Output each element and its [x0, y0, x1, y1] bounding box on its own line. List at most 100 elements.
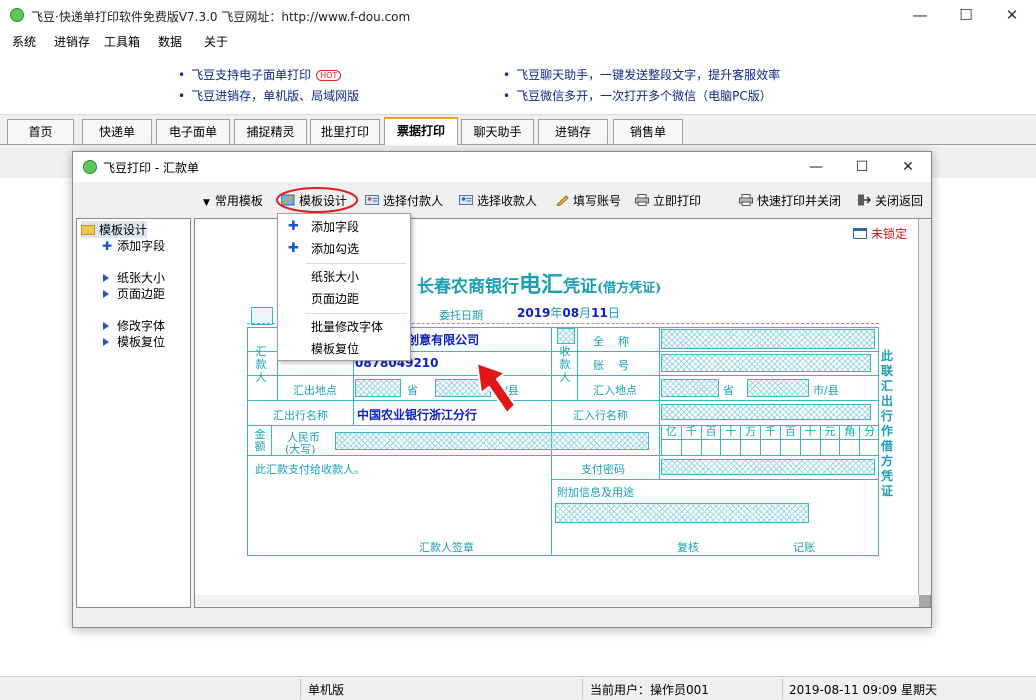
lock-status[interactable]: 未锁定 [853, 225, 907, 242]
tree-item-reset[interactable]: 模板复位 [103, 333, 165, 350]
tree-item-font[interactable]: 修改字体 [103, 317, 165, 334]
tab-eorder[interactable]: 电子面单 [156, 119, 230, 144]
minimize-button[interactable]: — [897, 0, 943, 31]
voucher-title: 长春农商银行电汇凭证(借方凭证) [417, 272, 662, 298]
triangle-right-icon [103, 322, 109, 330]
digit-header: 分 [859, 425, 879, 440]
tab-receipt[interactable]: 票据打印 [384, 117, 458, 145]
tree-item-margins[interactable]: 页面边距 [103, 285, 165, 302]
digit-cell[interactable] [700, 440, 721, 455]
design-tree-panel: 模板设计 ✚ 添加字段 纸张大小 页面边距 修改字体 模板复位 [76, 218, 191, 608]
grid-line [353, 400, 354, 425]
digit-header: 万 [740, 425, 761, 440]
payee-name-field[interactable] [661, 329, 875, 349]
account-label: 账 号 [593, 359, 629, 372]
tree-item-add-field[interactable]: ✚ 添加字段 [102, 237, 165, 254]
origin-province-field[interactable] [355, 379, 401, 397]
folder-icon [81, 225, 95, 235]
dialog-close-button[interactable]: ✕ [885, 152, 931, 182]
digit-cell[interactable] [740, 440, 760, 455]
digit-cell[interactable] [779, 440, 800, 455]
vertical-scrollbar[interactable] [919, 219, 931, 595]
menu-batch-font[interactable]: 批量修改字体 [278, 316, 410, 338]
digit-cell[interactable] [720, 440, 740, 455]
digit-cell[interactable] [859, 440, 879, 455]
origin-label: 汇出地点 [293, 384, 337, 397]
digit-cell[interactable] [680, 440, 701, 455]
grid-line [659, 455, 660, 479]
tab-chat[interactable]: 聊天助手 [461, 119, 534, 144]
extra-info-field[interactable] [555, 503, 809, 523]
dest-city-field[interactable] [747, 379, 809, 397]
dest-province-field[interactable] [661, 379, 719, 397]
menu-toolbox[interactable]: 工具箱 [104, 33, 140, 50]
digit-header: 百 [700, 425, 721, 440]
pay-password-field[interactable] [661, 459, 875, 475]
in-bank-field[interactable] [661, 404, 871, 420]
templates-dropdown[interactable]: ▼ 常用模板 [203, 192, 263, 209]
menu-data[interactable]: 数据 [158, 33, 182, 50]
payee-account-field[interactable] [661, 354, 871, 372]
tree-root[interactable]: 模板设计 [81, 221, 148, 238]
notice-link[interactable]: • 飞豆聊天助手，一键发送整段文字，提升客服效率 [503, 66, 780, 83]
status-mode: 单机版 [308, 683, 345, 697]
out-bank[interactable]: 中国农业银行浙江分行 [357, 406, 477, 423]
menu-add-field[interactable]: 添加字段 [278, 216, 410, 238]
digit-header: 百 [779, 425, 800, 440]
grid-line [271, 425, 272, 455]
digit-cell[interactable] [839, 440, 859, 455]
tab-home[interactable]: 首页 [7, 119, 74, 144]
notice-link[interactable]: • 飞豆进销存，单机版、局域网版 [178, 87, 359, 104]
dialog-maximize-button[interactable]: ☐ [839, 152, 885, 182]
quick-print-close-button[interactable]: 快速打印并关闭 [739, 192, 841, 209]
status-separator [782, 679, 783, 699]
menu-separator [306, 313, 406, 314]
menu-bar: 系统 进销存 工具箱 数据 关于 [0, 31, 1036, 51]
voucher-date[interactable]: 2019年08月11日 [517, 304, 620, 321]
menu-inventory[interactable]: 进销存 [54, 33, 90, 50]
plus-icon: ✚ [102, 239, 113, 253]
tab-capture[interactable]: 捕捉精灵 [234, 119, 307, 144]
notice-link[interactable]: • 飞豆支持电子面单打印 HOT [178, 66, 342, 83]
dialog-minimize-button[interactable]: — [793, 152, 839, 182]
notice-link[interactable]: • 飞豆微信多开，一次打开多个微信（电脑PC版） [503, 87, 772, 104]
grid-line [551, 479, 879, 480]
menu-add-check[interactable]: 添加勾选 [278, 238, 410, 260]
title-bar: 飞豆·快递单打印软件免费版V7.3.0 飞豆网址：http://www.f-do… [0, 0, 1036, 31]
contact-card-icon [459, 194, 473, 206]
tab-inventory[interactable]: 进销存 [538, 119, 608, 144]
digit-cell[interactable] [819, 440, 840, 455]
amount-words-field[interactable] [335, 432, 649, 450]
status-datetime: 2019-08-11 09:09 星期天 [789, 683, 937, 697]
extra-info-label: 附加信息及用途 [557, 486, 634, 499]
horizontal-scrollbar[interactable] [195, 595, 919, 607]
grid-line [247, 455, 879, 456]
hot-badge: HOT [316, 70, 342, 81]
menu-system[interactable]: 系统 [12, 33, 36, 50]
select-payee-button[interactable]: 选择收款人 [459, 192, 537, 209]
digit-cell[interactable] [799, 440, 820, 455]
notice-text: 此汇款支付给收款人。 [255, 463, 365, 476]
close-button[interactable]: ✕ [989, 0, 1035, 31]
app-title: 飞豆·快递单打印软件免费版V7.3.0 飞豆网址：http://www.f-do… [31, 10, 411, 24]
tab-express[interactable]: 快递单 [82, 119, 152, 144]
menu-reset[interactable]: 模板复位 [278, 338, 410, 360]
close-return-button[interactable]: 关闭返回 [857, 192, 923, 209]
menu-about[interactable]: 关于 [204, 33, 228, 50]
dest-label: 汇入地点 [593, 384, 637, 397]
menu-margins[interactable]: 页面边距 [278, 288, 410, 310]
digit-cell[interactable] [661, 440, 681, 455]
tree-item-paper-size[interactable]: 纸张大小 [103, 269, 165, 286]
menu-paper-size[interactable]: 纸张大小 [278, 266, 410, 288]
digit-cell[interactable] [760, 440, 780, 455]
tab-batch[interactable]: 批里打印 [310, 119, 380, 144]
fill-account-button[interactable]: 填写账号 [555, 192, 621, 209]
status-separator [300, 679, 301, 699]
select-payer-button[interactable]: 选择付款人 [365, 192, 443, 209]
maximize-button[interactable]: ☐ [943, 0, 989, 31]
tab-sales[interactable]: 销售单 [613, 119, 683, 144]
amount-digit-grid: 亿千百十万千百十元角分 [661, 425, 879, 455]
payee-check-field[interactable] [557, 328, 575, 344]
print-now-button[interactable]: 立即打印 [635, 192, 701, 209]
signature-label: 汇款人签章 [419, 541, 474, 554]
